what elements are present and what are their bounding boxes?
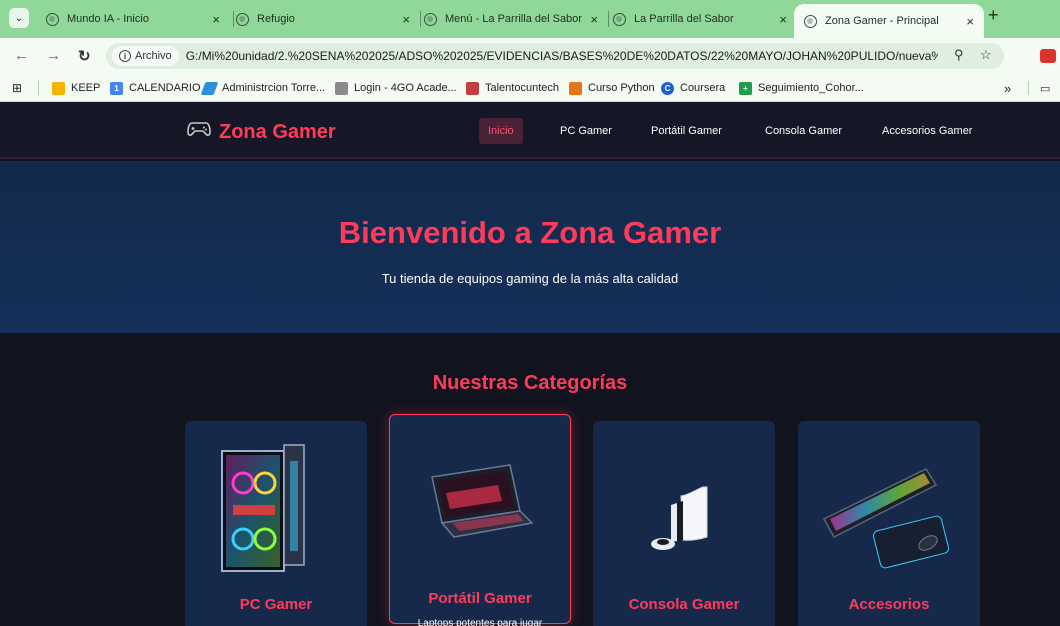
- address-bar[interactable]: i Archivo G:/Mi%20unidad/2.%20SENA%20202…: [106, 43, 1004, 69]
- tab-refugio[interactable]: Refugio ×: [226, 0, 420, 38]
- close-icon[interactable]: ×: [402, 12, 410, 27]
- bookmark-label: Coursera: [680, 82, 726, 94]
- tab-parrilla[interactable]: La Parrilla del Sabor ×: [603, 0, 797, 38]
- category-title: Accesorios: [848, 596, 930, 613]
- tab-title: Zona Gamer - Principal: [825, 15, 939, 27]
- tab-strip: ⌄ Mundo IA - Inicio × Refugio × Menú - L…: [0, 0, 1060, 38]
- hero-subtitle: Tu tienda de equipos gaming de la más al…: [381, 271, 679, 286]
- bookmarks-bar: ⊞ KEEP 1 CALENDARIO Administrcion Torre.…: [0, 74, 1060, 102]
- tab-menu-parrilla[interactable]: Menú - La Parrilla del Sabor ×: [414, 0, 608, 38]
- bookmark-label: Administrcion Torre...: [222, 82, 326, 94]
- new-tab-button[interactable]: +: [988, 5, 999, 26]
- logo-text: Zona Gamer: [219, 120, 336, 143]
- tab-mundo-ia[interactable]: Mundo IA - Inicio ×: [36, 0, 230, 38]
- tab-zona-gamer[interactable]: Zona Gamer - Principal ×: [794, 4, 984, 38]
- tab-title: Mundo IA - Inicio: [67, 13, 149, 25]
- tab-search-button[interactable]: ⌄: [9, 8, 29, 28]
- close-icon[interactable]: ×: [966, 14, 974, 29]
- category-title: Portátil Gamer: [428, 590, 532, 607]
- globe-icon: [424, 12, 437, 26]
- bookmark-coursera[interactable]: C Coursera: [661, 74, 725, 102]
- nav-pc-gamer[interactable]: PC Gamer: [560, 118, 612, 144]
- star-icon[interactable]: ☆: [980, 47, 992, 63]
- globe-icon: [236, 12, 249, 26]
- tab-title: La Parrilla del Sabor: [634, 13, 734, 25]
- category-card-pc-gamer[interactable]: PC Gamer: [185, 421, 367, 626]
- bookmark-divider: [1028, 81, 1029, 95]
- forward-icon[interactable]: →: [46, 47, 61, 64]
- keep-icon: [52, 81, 65, 95]
- more-bookmarks-button[interactable]: »: [1004, 74, 1011, 102]
- close-icon[interactable]: ×: [590, 12, 598, 27]
- url-text[interactable]: G:/Mi%20unidad/2.%20SENA%202025/ADSO%202…: [186, 49, 938, 63]
- browser-toolbar: ← → ↻ i Archivo G:/Mi%20unidad/2.%20SENA…: [0, 38, 1060, 74]
- console-icon: [593, 421, 775, 591]
- tab-title: Menú - La Parrilla del Sabor: [445, 13, 582, 25]
- 4go-icon: [335, 81, 348, 95]
- arrow-logo-icon: [200, 81, 219, 95]
- bookmark-administracion[interactable]: Administrcion Torre...: [200, 74, 326, 102]
- python-icon: [569, 81, 582, 95]
- bookmark-calendario[interactable]: 1 CALENDARIO: [110, 74, 201, 102]
- bookmark-label: CALENDARIO: [129, 82, 201, 94]
- bookmark-seguimiento[interactable]: + Seguimiento_Cohor...: [739, 74, 864, 102]
- category-title: PC Gamer: [239, 596, 313, 613]
- talento-icon: [466, 81, 479, 95]
- extension-icon[interactable]: [1040, 49, 1056, 63]
- site-header: Zona Gamer Inicio PC Gamer Portátil Game…: [0, 102, 1060, 159]
- folder-icon[interactable]: ▭: [1040, 74, 1050, 102]
- apps-grid-icon[interactable]: ⊞: [12, 74, 22, 102]
- category-card-portatil-gamer[interactable]: Portátil Gamer Laptops potentes para jug…: [389, 414, 571, 626]
- bookmark-login-4go[interactable]: Login - 4GO Acade...: [335, 74, 457, 102]
- category-title: Consola Gamer: [628, 596, 740, 613]
- site-info-chip[interactable]: i Archivo: [112, 46, 179, 66]
- category-card-accesorios[interactable]: Accesorios: [798, 421, 980, 626]
- keyboard-mouse-icon: [798, 421, 980, 591]
- bookmark-label: KEEP: [71, 82, 101, 94]
- reload-icon[interactable]: ↻: [78, 47, 91, 65]
- gamepad-icon: [187, 120, 211, 144]
- chip-label: Archivo: [135, 50, 172, 62]
- calendar-icon: 1: [110, 81, 123, 95]
- globe-icon: [804, 14, 817, 28]
- gaming-pc-icon: [185, 421, 367, 591]
- nav-portatil-gamer[interactable]: Portátil Gamer: [651, 118, 722, 144]
- category-card-consola-gamer[interactable]: Consola Gamer: [593, 421, 775, 626]
- nav-accesorios-gamer[interactable]: Accesorios Gamer: [882, 118, 972, 144]
- tab-title: Refugio: [257, 13, 295, 25]
- close-icon[interactable]: ×: [212, 12, 220, 27]
- category-description: Laptops potentes para jugar: [417, 618, 543, 626]
- page-viewport: Zona Gamer Inicio PC Gamer Portátil Game…: [0, 102, 1060, 626]
- globe-icon: [46, 12, 59, 26]
- zoom-icon[interactable]: ⚲: [954, 47, 964, 63]
- coursera-icon: C: [661, 81, 674, 95]
- info-icon: i: [119, 50, 131, 62]
- bookmark-divider: [38, 81, 39, 95]
- sheets-icon: +: [739, 81, 752, 95]
- bookmark-label: Curso Python: [588, 82, 655, 94]
- hero-banner: Bienvenido a Zona Gamer Tu tienda de equ…: [0, 161, 1060, 333]
- chevron-down-icon: ⌄: [14, 12, 24, 24]
- categories-heading: Nuestras Categorías: [432, 372, 628, 394]
- globe-icon: [613, 12, 626, 26]
- bookmark-keep[interactable]: KEEP: [52, 74, 100, 102]
- bookmark-label: Talentocuntech: [485, 82, 559, 94]
- site-logo[interactable]: Zona Gamer: [187, 120, 336, 144]
- bookmark-curso-python[interactable]: Curso Python: [569, 74, 655, 102]
- nav-consola-gamer[interactable]: Consola Gamer: [765, 118, 842, 144]
- back-icon[interactable]: ←: [14, 47, 29, 64]
- hero-title: Bienvenido a Zona Gamer: [338, 215, 722, 250]
- nav-inicio[interactable]: Inicio: [479, 118, 523, 144]
- gaming-laptop-icon: [390, 415, 570, 585]
- bookmark-talentocuntech[interactable]: Talentocuntech: [466, 74, 559, 102]
- bookmark-label: Login - 4GO Acade...: [354, 82, 457, 94]
- bookmark-label: Seguimiento_Cohor...: [758, 82, 864, 94]
- close-icon[interactable]: ×: [779, 12, 787, 27]
